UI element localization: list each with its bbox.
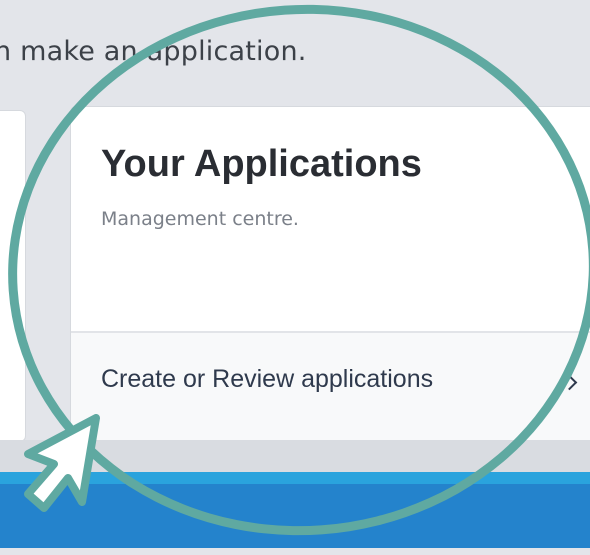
- card-subtitle: Management centre.: [101, 208, 299, 230]
- applications-card[interactable]: Your Applications Management centre. Cre…: [70, 106, 590, 442]
- create-review-applications-link[interactable]: Create or Review applications: [101, 365, 433, 394]
- mouse-pointer-icon: [24, 414, 100, 512]
- side-card[interactable]: [0, 110, 26, 442]
- intro-text: n make an application.: [0, 36, 307, 67]
- card-title: Your Applications: [101, 143, 422, 185]
